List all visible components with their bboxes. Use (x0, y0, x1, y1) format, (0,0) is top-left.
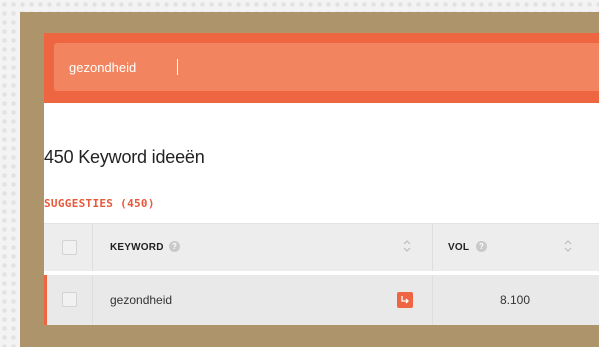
select-all-checkbox[interactable] (62, 240, 77, 255)
sort-icon[interactable] (403, 239, 411, 253)
column-divider (432, 224, 433, 271)
keyword-cell[interactable]: gezondheid (110, 293, 172, 307)
column-header-vol[interactable]: VOL (448, 242, 469, 253)
results-title: 450 Keyword ideeën (44, 147, 205, 167)
help-icon[interactable]: ? (169, 241, 180, 252)
search-bar (44, 33, 599, 103)
row-checkbox[interactable] (62, 292, 77, 307)
text-cursor (177, 59, 178, 75)
table-row[interactable]: gezondheid 8.100 (44, 275, 599, 325)
search-field[interactable] (54, 43, 599, 91)
tab-suggesties[interactable]: SUGGESTIES (450) (44, 197, 155, 210)
column-divider (92, 275, 93, 325)
app-screen: 450 Keyword ideeën SUGGESTIES (450) KEYW… (44, 33, 599, 325)
column-divider (92, 224, 93, 271)
column-header-keyword[interactable]: KEYWORD (110, 242, 164, 253)
search-input[interactable] (69, 56, 569, 78)
column-divider (432, 275, 433, 325)
help-icon[interactable]: ? (476, 241, 487, 252)
table-header: KEYWORD ? VOL ? (44, 223, 599, 271)
sort-icon[interactable] (564, 239, 572, 253)
volume-cell: 8.100 (500, 293, 531, 307)
arrow-turn-icon[interactable] (397, 292, 413, 308)
